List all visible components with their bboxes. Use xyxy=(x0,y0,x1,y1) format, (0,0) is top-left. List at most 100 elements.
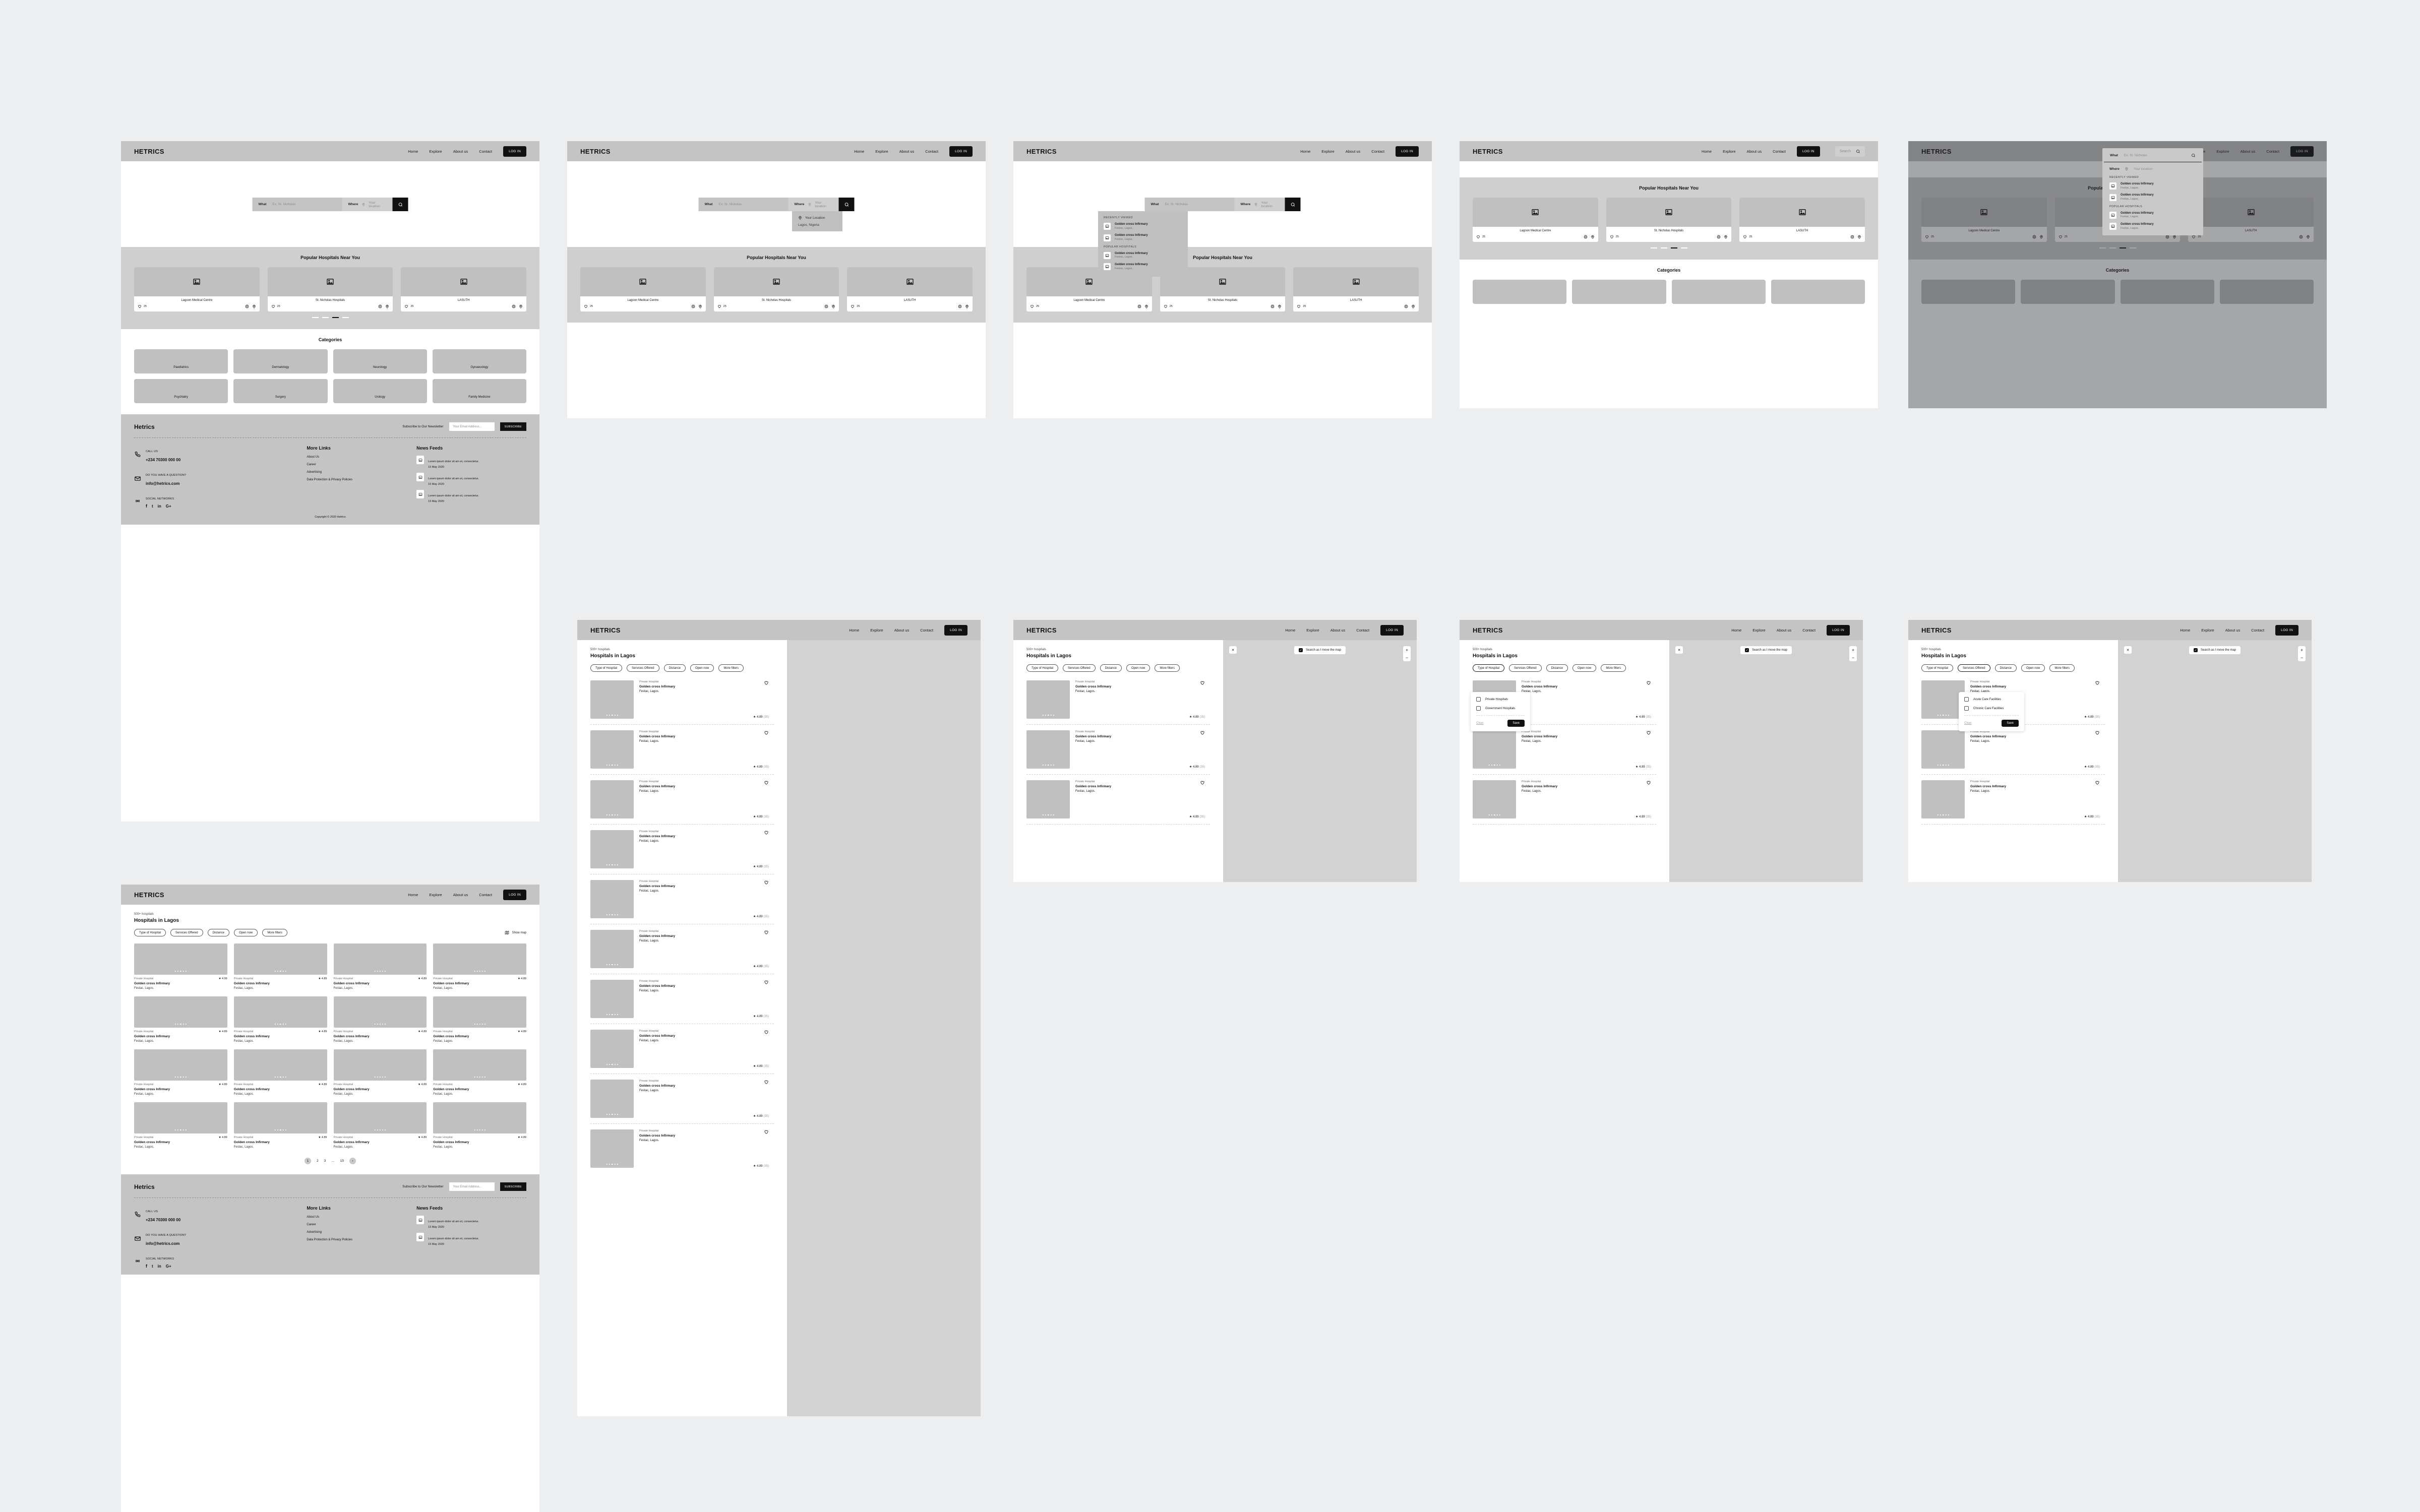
carousel-dot[interactable] xyxy=(322,317,329,318)
login-button[interactable]: LOG IN xyxy=(503,889,526,900)
chip-type-of-hospital[interactable]: Type of Hospital xyxy=(134,929,166,936)
heart-icon[interactable] xyxy=(1297,304,1301,308)
nav-link-home[interactable]: Home xyxy=(1702,149,1712,154)
chip-services-offered[interactable]: Services Offered xyxy=(627,664,659,672)
checkbox-icon[interactable] xyxy=(1964,706,1969,711)
nav-link-home[interactable]: Home xyxy=(854,149,864,154)
search-where-field[interactable]: Where Your location xyxy=(342,198,393,211)
nav-link-contact[interactable]: Contact xyxy=(920,628,933,633)
brand-logo[interactable]: HETRICS xyxy=(1473,148,1503,155)
clear-button[interactable]: Clear xyxy=(1476,722,1483,725)
subscribe-button[interactable]: SUBSCRIBE xyxy=(500,1182,526,1191)
footer-link-career[interactable]: Career xyxy=(307,1223,416,1226)
map-pin-icon[interactable] xyxy=(1144,304,1148,308)
chip-more-filters[interactable]: More filters xyxy=(262,929,287,936)
eye-icon[interactable] xyxy=(378,304,382,308)
map-pin-icon[interactable] xyxy=(385,304,389,308)
chip-more-filters[interactable]: More filters xyxy=(1601,664,1626,672)
heart-icon[interactable] xyxy=(1200,680,1205,685)
next-page-button[interactable]: › xyxy=(349,1158,356,1164)
chip-distance[interactable]: Distance xyxy=(1994,664,2017,672)
news-feed-item[interactable]: Lorem ipsum dolor sit am et, consectetur… xyxy=(416,1216,526,1229)
checkbox-icon[interactable] xyxy=(1476,697,1481,702)
page-3[interactable]: 3 xyxy=(324,1159,326,1163)
map-pin-icon[interactable] xyxy=(1591,235,1595,239)
category-tile[interactable]: Dermatology xyxy=(233,349,328,373)
search-icon[interactable] xyxy=(2191,153,2196,158)
heart-icon[interactable] xyxy=(404,304,408,308)
map-panel[interactable]: ✕ ✓ Search as I move the map + − xyxy=(1669,640,1863,882)
search-what-field[interactable]: What Ex: St. Nicholas xyxy=(252,198,342,211)
search-what-field[interactable]: What Ex: St. Nicholas xyxy=(1144,198,1235,211)
suggestion-item[interactable]: Golden cross Infirmary Festac, Lagos. xyxy=(2109,223,2196,230)
heart-icon[interactable] xyxy=(764,730,769,735)
googleplus-icon[interactable]: G+ xyxy=(166,504,171,509)
close-map-button[interactable]: ✕ xyxy=(1675,646,1683,654)
linkedin-icon[interactable]: in xyxy=(158,504,161,509)
suggestion-item[interactable]: Golden cross Infirmary Festac, Lagos. xyxy=(2109,212,2196,219)
login-button[interactable]: LOG IN xyxy=(2275,624,2298,636)
carousel-dot[interactable] xyxy=(312,317,319,318)
heart-icon[interactable] xyxy=(717,304,721,308)
nav-link-home[interactable]: Home xyxy=(408,149,418,154)
heart-icon[interactable] xyxy=(1200,730,1205,735)
nav-link-explore[interactable]: Explore xyxy=(875,149,888,154)
heart-icon[interactable] xyxy=(1200,780,1205,785)
hospital-list-item[interactable]: Private Hospital Golden cross Infirmary … xyxy=(590,874,774,924)
hospital-list-item[interactable]: Private Hospital Golden cross Infirmary … xyxy=(590,775,774,825)
chip-distance[interactable]: Distance xyxy=(207,929,229,936)
eye-icon[interactable] xyxy=(824,304,828,308)
heart-icon[interactable] xyxy=(584,304,588,308)
heart-icon[interactable] xyxy=(2095,730,2100,735)
carousel-dot[interactable] xyxy=(342,317,349,318)
brand-logo[interactable]: HETRICS xyxy=(1026,626,1057,634)
checkbox-checked-icon[interactable]: ✓ xyxy=(1298,648,1303,652)
hospital-grid-card[interactable]: Private Hospital ★ 4.89 Golden cross Inf… xyxy=(333,996,427,1043)
nav-link-explore[interactable]: Explore xyxy=(429,149,442,154)
map-pin-icon[interactable] xyxy=(698,304,702,308)
zoom-out-button[interactable]: − xyxy=(1406,654,1408,661)
hospital-list-item[interactable]: Private Hospital Golden cross Infirmary … xyxy=(590,924,774,974)
clear-button[interactable]: Clear xyxy=(1964,722,1971,725)
brand-logo[interactable]: HETRICS xyxy=(1473,626,1503,634)
nav-link-about[interactable]: About us xyxy=(894,628,910,633)
hospital-list-item[interactable]: Private Hospital Golden cross Infirmary … xyxy=(1473,725,1656,775)
chip-distance[interactable]: Distance xyxy=(1546,664,1568,672)
heart-icon[interactable] xyxy=(764,1080,769,1085)
carousel-dot-active[interactable] xyxy=(332,317,339,318)
filter-option-row[interactable]: Private Hospitals xyxy=(1476,697,1525,702)
login-button[interactable]: LOG IN xyxy=(949,146,973,157)
chip-services-offered[interactable]: Services Offered xyxy=(1958,664,1990,672)
brand-logo[interactable]: HETRICS xyxy=(580,148,611,155)
search-where-field[interactable]: Where Your location xyxy=(788,198,839,211)
nav-link-contact[interactable]: Contact xyxy=(479,893,492,897)
nav-link-about[interactable]: About us xyxy=(1346,149,1361,154)
login-button[interactable]: LOG IN xyxy=(1796,146,1820,157)
nav-link-contact[interactable]: Contact xyxy=(2251,628,2264,633)
heart-icon[interactable] xyxy=(1646,730,1651,735)
hospital-card[interactable]: St. Nicholas Hospitals 25 xyxy=(267,267,393,311)
nav-link-home[interactable]: Home xyxy=(1285,628,1295,633)
carousel-dot[interactable] xyxy=(1680,247,1687,248)
hospital-card[interactable]: LASUTH 25 xyxy=(1293,267,1419,311)
hospital-grid-card[interactable]: Private Hospital ★ 4.89 Golden cross Inf… xyxy=(333,1102,427,1149)
overlay-where-field[interactable]: Where Your location xyxy=(2102,162,2203,176)
where-option-city[interactable]: Lagos, Nigeria xyxy=(798,223,836,227)
map-pin-icon[interactable] xyxy=(1857,235,1861,239)
hospital-card[interactable]: St. Nicholas Hospitals 25 xyxy=(1606,198,1732,242)
news-feed-item[interactable]: Lorem ipsum dolor sit am et, consectetur… xyxy=(416,1233,526,1246)
checkbox-icon[interactable] xyxy=(1476,706,1481,711)
nav-link-explore[interactable]: Explore xyxy=(1306,628,1319,633)
hospital-card[interactable]: Lagoon Medical Centre 25 xyxy=(580,267,706,311)
nav-link-explore[interactable]: Explore xyxy=(2201,628,2214,633)
nav-link-home[interactable]: Home xyxy=(849,628,859,633)
suggestion-item[interactable]: Golden cross Infirmary Festac, Lagos. xyxy=(1104,223,1182,230)
chip-services-offered[interactable]: Services Offered xyxy=(1063,664,1096,672)
eye-icon[interactable] xyxy=(1584,235,1588,239)
save-button[interactable]: Save xyxy=(2002,720,2019,727)
map-pin-icon[interactable] xyxy=(1278,304,1282,308)
map-panel[interactable]: ✕ ✓ Search as I move the map + − xyxy=(1223,640,1417,882)
hospital-list-item[interactable]: Private Hospital Golden cross Infirmary … xyxy=(1473,775,1656,825)
footer-link-about[interactable]: About Us xyxy=(307,456,416,459)
hospital-grid-card[interactable]: Private Hospital ★ 4.89 Golden cross Inf… xyxy=(433,1049,526,1096)
